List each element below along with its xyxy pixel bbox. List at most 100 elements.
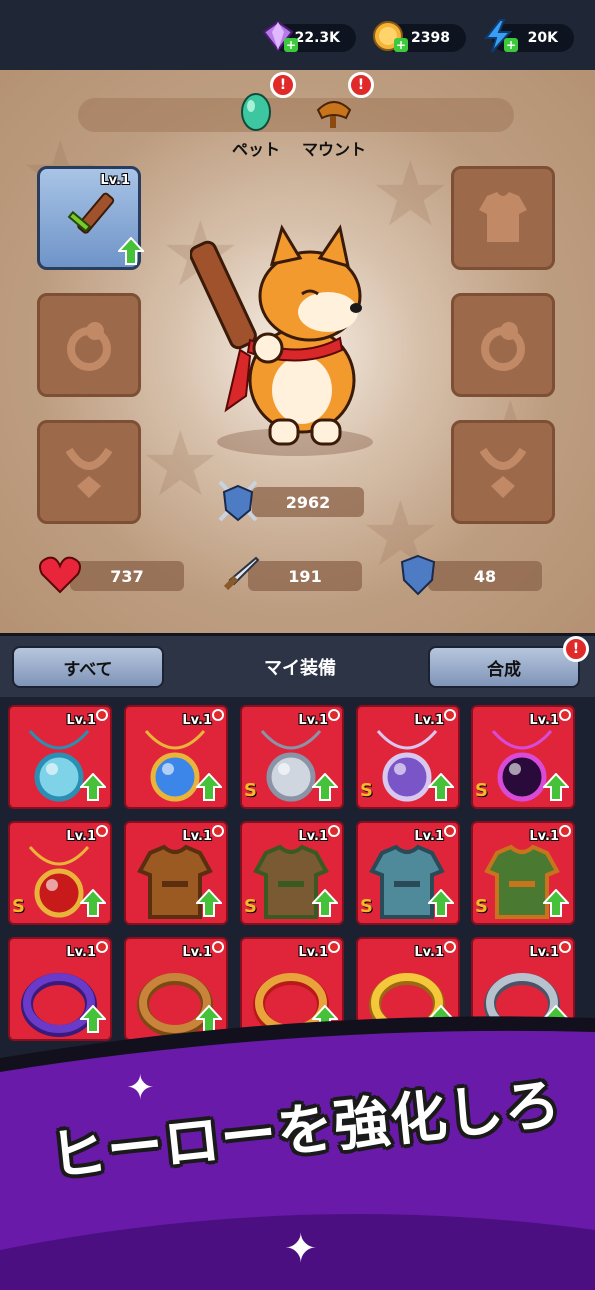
new-item-dot	[444, 825, 456, 837]
merge-alert-badge: !	[563, 636, 589, 662]
merge-button[interactable]: 合成	[428, 646, 580, 688]
pet-label: ペット	[231, 140, 280, 159]
my-equipment-title: マイ装備	[264, 658, 336, 679]
ring-slot-right[interactable]	[451, 293, 555, 397]
shield-icon	[400, 554, 436, 596]
rank-label: S	[244, 780, 257, 801]
top-resource-bar: + 22.3K + 2398 + 20K	[0, 0, 595, 70]
new-item-dot	[444, 941, 456, 953]
necklace-placeholder-icon	[479, 447, 527, 498]
upgrade-arrow-icon	[196, 773, 222, 801]
equipment-card-water-amulet[interactable]: Lv.1	[8, 705, 112, 809]
new-item-dot	[96, 709, 108, 721]
necklace-slot-left[interactable]	[37, 420, 141, 524]
weapon-slot[interactable]: Lv.1	[37, 166, 144, 270]
hp-value: 737	[70, 561, 184, 591]
equipment-level: Lv.1	[66, 713, 96, 728]
egg-icon	[241, 93, 271, 131]
mount-label: マウント	[301, 140, 366, 159]
saddle-icon	[316, 101, 352, 128]
new-item-dot	[212, 709, 224, 721]
all-filter-button[interactable]: すべて	[12, 646, 164, 688]
equipment-level: Lv.1	[298, 713, 328, 728]
new-item-dot	[328, 941, 340, 953]
ring-placeholder-icon	[67, 322, 111, 371]
upgrade-arrow-icon	[196, 889, 222, 917]
new-item-dot	[559, 941, 571, 953]
ring-placeholder-icon	[481, 322, 525, 371]
combat-power-value: 2962	[252, 487, 364, 517]
coin-counter[interactable]: + 2398	[373, 21, 466, 52]
rank-label: S	[475, 896, 488, 917]
equipment-level: Lv.1	[66, 829, 96, 844]
gem-counter[interactable]: + 22.3K	[262, 20, 356, 52]
upgrade-arrow-icon	[80, 773, 106, 801]
energy-counter[interactable]: + 20K	[483, 19, 574, 53]
energy-count: 20K	[527, 30, 558, 46]
equipment-level: Lv.1	[298, 829, 328, 844]
upgrade-arrow-icon	[80, 889, 106, 917]
new-item-dot	[212, 941, 224, 953]
equipment-card-ruby-necklace[interactable]: Lv.1 S	[8, 821, 112, 925]
pet-slot[interactable]: ペット	[226, 88, 286, 160]
equipment-card-jungle-armor[interactable]: Lv.1 S	[471, 821, 575, 925]
equipment-card-sapphire-amulet[interactable]: Lv.1	[124, 705, 228, 809]
necklace-placeholder-icon	[65, 447, 113, 498]
equipment-level: Lv.1	[414, 829, 444, 844]
equipment-level: Lv.1	[182, 713, 212, 728]
upgrade-arrow-icon	[118, 237, 144, 265]
attack-value: 191	[248, 561, 362, 591]
armor-placeholder-icon	[479, 192, 527, 242]
new-item-dot	[559, 709, 571, 721]
rank-label: S	[12, 896, 25, 917]
equipment-card-crystal-pendant[interactable]: Lv.1 S	[356, 705, 460, 809]
equipment-level: Lv.1	[529, 945, 559, 960]
equipment-level: Lv.1	[414, 713, 444, 728]
ring-slot-left[interactable]	[37, 293, 141, 397]
upgrade-arrow-icon	[312, 889, 338, 917]
equipment-level: Lv.1	[182, 829, 212, 844]
rank-label: S	[360, 896, 373, 917]
new-item-dot	[328, 709, 340, 721]
rank-label: S	[360, 780, 373, 801]
gem-count: 22.3K	[294, 30, 340, 46]
equipment-card-void-orb-necklace[interactable]: Lv.1 S	[471, 705, 575, 809]
new-item-dot	[96, 825, 108, 837]
mount-alert-badge: !	[348, 72, 374, 98]
shiba-hero-character	[190, 224, 373, 456]
upgrade-arrow-icon	[428, 889, 454, 917]
upgrade-arrow-icon	[428, 773, 454, 801]
upgrade-arrow-icon	[543, 773, 569, 801]
equipment-card-silver-chain-necklace[interactable]: Lv.1 S	[240, 705, 344, 809]
new-item-dot	[96, 941, 108, 953]
upgrade-arrow-icon	[543, 889, 569, 917]
coin-count: 2398	[411, 30, 450, 46]
new-item-dot	[328, 825, 340, 837]
mount-slot[interactable]: マウント	[296, 88, 372, 160]
necklace-slot-right[interactable]	[451, 420, 555, 524]
new-item-dot	[559, 825, 571, 837]
gem-plus-icon: +	[284, 38, 298, 52]
coin-plus-icon: +	[394, 38, 408, 52]
sparkle-icon: ✦	[284, 1226, 318, 1272]
rank-label: S	[475, 780, 488, 801]
equipment-level: Lv.1	[529, 713, 559, 728]
new-item-dot	[444, 709, 456, 721]
new-item-dot	[212, 825, 224, 837]
equipment-panel-header: すべて マイ装備 合成 !	[0, 633, 595, 697]
pet-alert-badge: !	[270, 72, 296, 98]
equipment-level: Lv.1	[66, 945, 96, 960]
equipment-card-steel-armor[interactable]: Lv.1 S	[356, 821, 460, 925]
weapon-level: Lv.1	[100, 173, 130, 188]
energy-plus-icon: +	[504, 38, 518, 52]
equipment-card-leather-vest[interactable]: Lv.1	[124, 821, 228, 925]
wooden-sword-icon	[67, 192, 115, 234]
heart-icon	[39, 556, 81, 594]
upgrade-arrow-icon	[312, 773, 338, 801]
equipment-card-leather-armor[interactable]: Lv.1 S	[240, 821, 344, 925]
armor-slot[interactable]	[451, 166, 555, 270]
equipment-level: Lv.1	[182, 945, 212, 960]
shield-swords-icon	[218, 480, 258, 522]
equipment-level: Lv.1	[529, 829, 559, 844]
equipment-level: Lv.1	[414, 945, 444, 960]
